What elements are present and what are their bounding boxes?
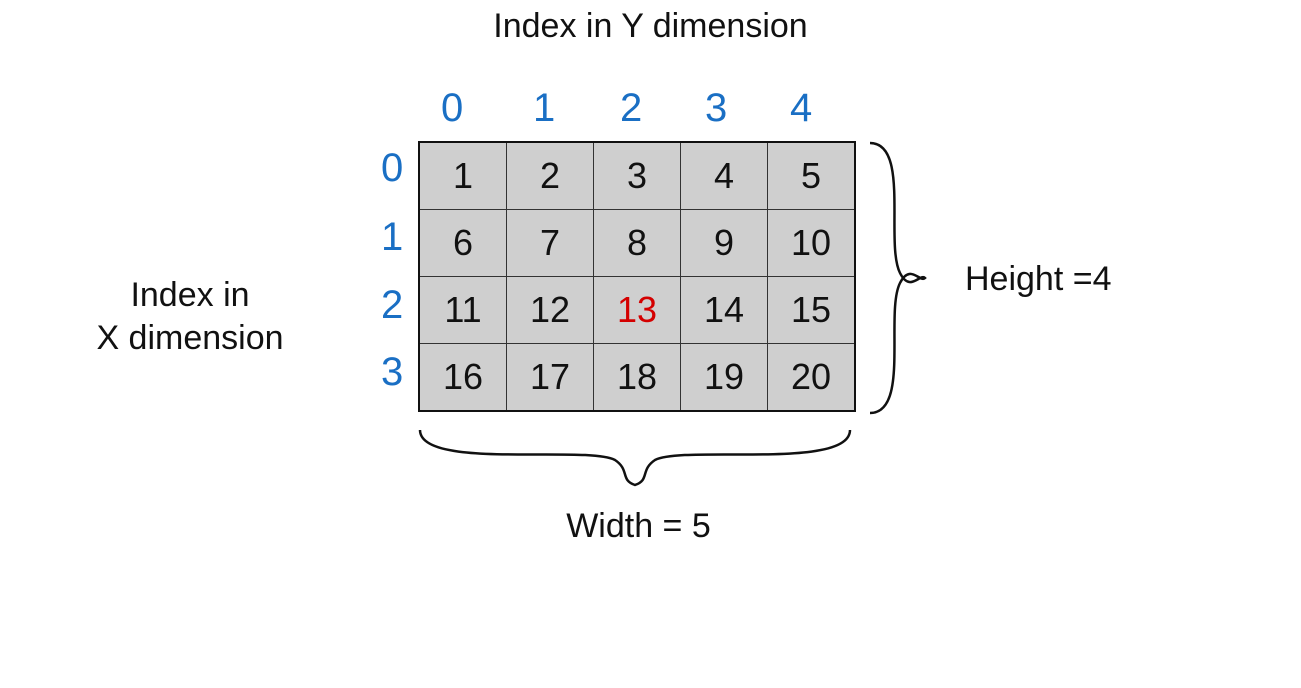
- cell-3-4: 20: [768, 344, 856, 412]
- x-index-3: 3: [381, 350, 403, 395]
- y-index-0: 0: [441, 86, 463, 131]
- right-brace-icon: [865, 138, 935, 418]
- cell-2-2: 13: [594, 277, 681, 344]
- cell-3-1: 17: [507, 344, 594, 412]
- cell-1-0: 6: [419, 210, 507, 277]
- bottom-brace-icon: [415, 425, 855, 495]
- cell-2-4: 15: [768, 277, 856, 344]
- cell-0-1: 2: [507, 142, 594, 210]
- cell-3-2: 18: [594, 344, 681, 412]
- cell-3-3: 19: [681, 344, 768, 412]
- cell-1-4: 10: [768, 210, 856, 277]
- y-dimension-title: Index in Y dimension: [0, 5, 1301, 48]
- width-label: Width = 5: [0, 505, 1277, 548]
- height-label: Height =4: [965, 258, 1112, 301]
- cell-1-2: 8: [594, 210, 681, 277]
- x-index-1: 1: [381, 215, 403, 260]
- cell-2-0: 11: [419, 277, 507, 344]
- y-index-1: 1: [533, 86, 555, 131]
- cell-0-4: 5: [768, 142, 856, 210]
- cell-1-3: 9: [681, 210, 768, 277]
- cell-3-0: 16: [419, 344, 507, 412]
- cell-1-1: 7: [507, 210, 594, 277]
- x-index-2: 2: [381, 283, 403, 328]
- cell-0-2: 3: [594, 142, 681, 210]
- cell-0-0: 1: [419, 142, 507, 210]
- x-index-0: 0: [381, 146, 403, 191]
- grid-table: 1 2 3 4 5 6 7 8 9 10 11 12 13 14 15 16 1…: [418, 141, 856, 412]
- y-index-4: 4: [790, 86, 812, 131]
- x-dimension-title: Index in X dimension: [50, 274, 330, 359]
- cell-0-3: 4: [681, 142, 768, 210]
- cell-2-1: 12: [507, 277, 594, 344]
- cell-2-3: 14: [681, 277, 768, 344]
- y-index-2: 2: [620, 86, 642, 131]
- y-index-3: 3: [705, 86, 727, 131]
